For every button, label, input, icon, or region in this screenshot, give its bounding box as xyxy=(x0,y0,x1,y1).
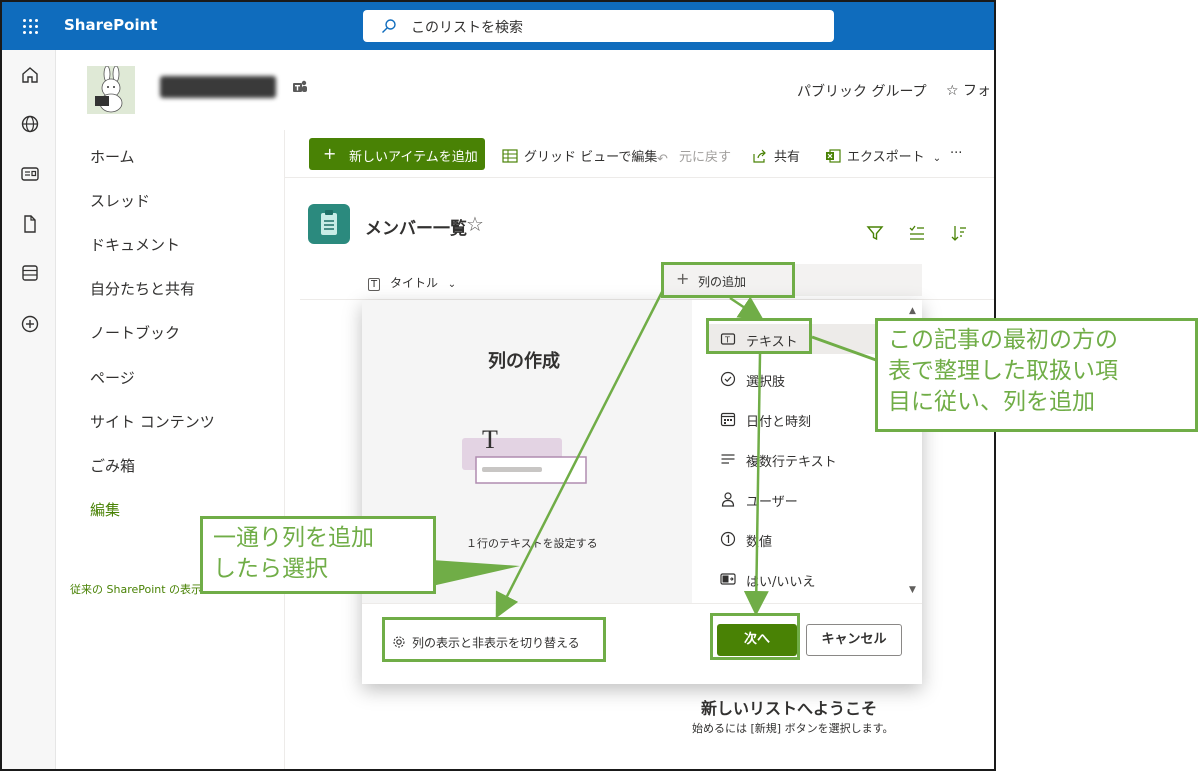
svg-text:T: T xyxy=(482,425,498,454)
column-type-person[interactable]: ユーザー xyxy=(708,484,898,514)
list-icon xyxy=(308,204,350,244)
nav-item-pages[interactable]: ページ xyxy=(90,367,135,388)
nav-edit-link[interactable]: 編集 xyxy=(90,499,120,520)
nav-item-documents[interactable]: ドキュメント xyxy=(90,234,180,255)
callout-select-after-adding: 一通り列を追加 したら選択 xyxy=(200,516,436,594)
column-type-label: ユーザー xyxy=(746,495,798,510)
app-rail xyxy=(2,50,56,769)
home-icon[interactable] xyxy=(19,64,41,86)
teams-icon[interactable] xyxy=(291,78,309,96)
callout-line: したら選択 xyxy=(213,556,328,582)
multiline-icon xyxy=(721,454,735,464)
grid-edit-label: グリッド ビューで編集 xyxy=(524,150,658,165)
share-label: 共有 xyxy=(774,150,801,165)
title-column-label: タイトル xyxy=(389,276,438,290)
site-logo[interactable] xyxy=(87,66,135,114)
text-column-icon: T xyxy=(368,278,381,291)
chevron-down-icon: ⌄ xyxy=(447,279,457,290)
nav-item-home[interactable]: ホーム xyxy=(90,146,135,167)
welcome-title: 新しいリストへようこそ xyxy=(701,699,878,718)
filter-icon[interactable] xyxy=(865,223,885,243)
calendar-icon xyxy=(720,412,736,427)
lists-icon[interactable] xyxy=(19,262,41,284)
site-name-redacted xyxy=(160,76,276,98)
nav-item-recycle-bin[interactable]: ごみ箱 xyxy=(90,455,135,476)
column-type-number[interactable]: 数値 xyxy=(708,524,898,554)
cancel-button[interactable]: キャンセル xyxy=(806,624,902,656)
column-type-label: はい/いいえ xyxy=(746,575,816,590)
column-type-multiline[interactable]: 複数行テキスト xyxy=(708,444,898,474)
nav-item-notebook[interactable]: ノートブック xyxy=(90,322,180,343)
add-new-item-label: 新しいアイテムを追加 xyxy=(349,150,478,165)
left-navigation: ホーム スレッド ドキュメント 自分たちと共有 ノートブック ページ サイト コ… xyxy=(56,130,285,769)
search-input[interactable]: このリストを検索 xyxy=(363,10,834,42)
share-button[interactable]: 共有 xyxy=(752,146,800,165)
sort-icon[interactable] xyxy=(949,223,969,243)
app-launcher-icon[interactable] xyxy=(12,8,48,44)
more-options-button[interactable]: ··· xyxy=(950,146,962,161)
title-column-header[interactable]: T タイトル ⌄ xyxy=(368,274,456,291)
panel-title: 列の作成 xyxy=(488,351,560,372)
highlight-next-button xyxy=(710,613,800,660)
yes-no-icon xyxy=(720,573,736,585)
callout-line: 一通り列を追加 xyxy=(213,525,374,551)
highlight-text-type xyxy=(706,318,812,354)
star-icon: ☆ xyxy=(946,83,959,99)
nav-item-shared-with-us[interactable]: 自分たちと共有 xyxy=(90,278,195,299)
highlight-add-column xyxy=(661,262,795,298)
column-type-choice[interactable]: 選択肢 xyxy=(708,364,898,394)
callout-line: 目に従い、列を追加 xyxy=(888,389,1095,415)
column-type-description: １行のテキストを設定する xyxy=(466,537,598,550)
rabbit-illustration xyxy=(87,66,135,114)
column-type-datetime[interactable]: 日付と時刻 xyxy=(708,404,898,434)
follow-label: フォ xyxy=(963,83,992,99)
callout-add-columns: この記事の最初の方の 表で整理した取扱い項 目に従い、列を追加 xyxy=(875,318,1198,432)
undo-button[interactable]: ↶ 元に戻す xyxy=(657,146,732,167)
undo-label: 元に戻す xyxy=(679,150,732,165)
column-header-row: T タイトル ⌄ + 列の追加 xyxy=(300,264,994,300)
export-label: エクスポート xyxy=(847,150,925,165)
grid-edit-button[interactable]: グリッド ビューで編集 xyxy=(502,146,657,165)
chevron-down-icon: ⌄ xyxy=(932,153,942,164)
share-icon xyxy=(753,149,766,163)
follow-button[interactable]: ☆ フォ xyxy=(946,80,991,100)
column-type-yes-no[interactable]: はい/いいえ xyxy=(708,564,898,594)
list-title: メンバー一覧 xyxy=(365,219,467,239)
group-type-label: パブリック グループ xyxy=(797,84,927,100)
welcome-subtitle: 始めるには [新規] ボタンを選択します。 xyxy=(692,722,894,735)
nav-item-site-contents[interactable]: サイト コンテンツ xyxy=(90,411,215,432)
search-icon xyxy=(382,19,396,33)
app-brand[interactable]: SharePoint xyxy=(64,16,157,34)
column-type-label: 選択肢 xyxy=(746,375,786,390)
undo-icon: ↶ xyxy=(657,152,668,167)
news-icon[interactable] xyxy=(19,163,41,185)
plus-icon: + xyxy=(323,144,337,163)
document-icon[interactable] xyxy=(19,213,41,235)
excel-icon xyxy=(826,149,841,163)
search-placeholder: このリストを検索 xyxy=(411,20,523,36)
column-type-label: 数値 xyxy=(746,535,773,550)
choice-icon xyxy=(720,371,736,387)
text-column-illustration: T xyxy=(462,425,587,484)
number-icon xyxy=(720,531,736,547)
command-bar: + 新しいアイテムを追加 グリッド ビューで編集 ↶ 元に戻す 共有 エクスポー… xyxy=(285,130,994,178)
callout-line: この記事の最初の方の xyxy=(888,327,1118,353)
classic-sharepoint-link[interactable]: 従来の SharePoint の表示 xyxy=(70,581,202,597)
create-icon[interactable] xyxy=(19,313,41,335)
scroll-down-arrow-icon[interactable]: ▼ xyxy=(909,585,916,595)
nav-item-threads[interactable]: スレッド xyxy=(90,190,150,211)
globe-icon[interactable] xyxy=(19,113,41,135)
add-new-item-button[interactable]: + 新しいアイテムを追加 xyxy=(309,138,485,170)
column-type-label: 複数行テキスト xyxy=(746,455,837,470)
scroll-up-arrow-icon[interactable]: ▲ xyxy=(909,306,916,316)
person-icon xyxy=(721,492,735,507)
highlight-toggle-link xyxy=(382,617,606,662)
column-type-label: 日付と時刻 xyxy=(746,415,812,430)
grid-icon xyxy=(502,149,518,163)
view-options-icon[interactable] xyxy=(907,223,927,243)
favorite-star-icon[interactable]: ☆ xyxy=(466,212,484,236)
export-button[interactable]: エクスポート ⌄ xyxy=(825,146,941,165)
suite-bar: SharePoint このリストを検索 xyxy=(2,2,994,50)
callout-line: 表で整理した取扱い項 xyxy=(888,358,1118,384)
